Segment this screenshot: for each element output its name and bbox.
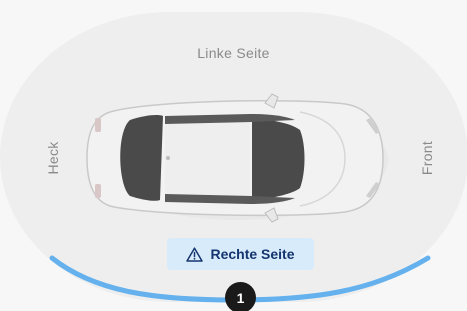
left-side-label[interactable]: Linke Seite	[0, 45, 467, 61]
right-side-label: Rechte Seite	[210, 246, 295, 262]
damage-marker-badge[interactable]: 1	[225, 282, 256, 311]
rear-label[interactable]: Heck	[45, 141, 61, 174]
warning-triangle-icon	[186, 246, 204, 262]
right-side-button[interactable]: Rechte Seite	[167, 238, 314, 270]
vehicle-side-selector: Linke Seite Heck Front Rechte Seite 1	[0, 0, 467, 311]
front-label[interactable]: Front	[419, 141, 435, 175]
car-top-view	[86, 93, 388, 223]
